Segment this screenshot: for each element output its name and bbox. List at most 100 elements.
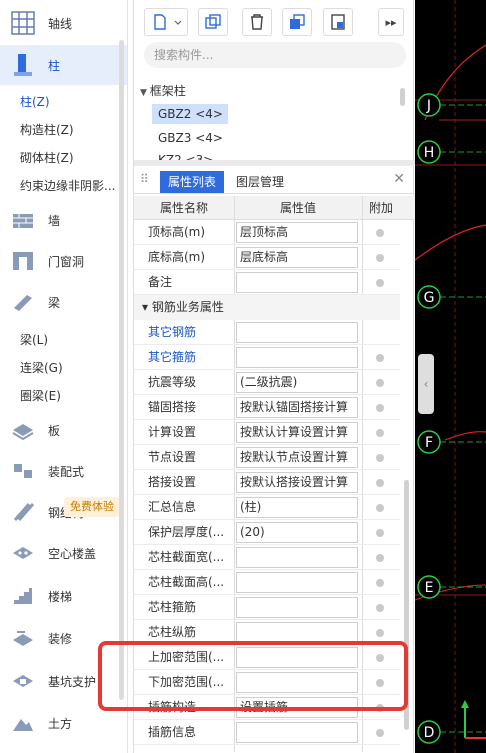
property-name: 保护层厚度(... (148, 525, 225, 539)
property-row[interactable]: 其它钢筋 (134, 320, 400, 345)
property-row[interactable]: 计算设置 按默认计算设置计算 (134, 420, 400, 445)
category-beam[interactable]: 梁 (0, 282, 127, 322)
tree-scrollbar[interactable] (400, 88, 405, 106)
tree-item[interactable]: GBZ3 <4> (152, 128, 228, 148)
expand-toolbar-button[interactable]: ▸▸ (378, 8, 404, 36)
property-row[interactable]: 搭接设置 按默认搭接设置计算 (134, 470, 400, 495)
property-row[interactable]: 备注 (134, 270, 400, 295)
collapse-panel-handle[interactable]: ‹ (418, 354, 434, 414)
category-stairs[interactable]: 楼梯 (0, 576, 127, 616)
property-row[interactable]: 锚固搭接 按默认锚固搭接计算 (134, 395, 400, 420)
axis-label: J (426, 98, 431, 114)
property-row[interactable]: 底标高(m) 层底标高 (134, 245, 400, 270)
property-name: 汇总信息 (148, 500, 197, 514)
category-prefab[interactable]: 装配式 (0, 451, 127, 491)
property-name: 其它钢筋 (148, 325, 197, 339)
category-door-window[interactable]: 门窗洞 (0, 241, 127, 281)
tree-group-frame-column[interactable]: ▼ 框架柱 (140, 82, 186, 99)
extra-checkbox[interactable] (376, 379, 384, 387)
extra-checkbox[interactable] (376, 229, 384, 237)
new-component-button[interactable] (144, 8, 188, 36)
property-row[interactable]: 芯柱截面宽(... (134, 545, 400, 570)
extra-checkbox[interactable] (376, 629, 384, 637)
category-column[interactable]: 柱 (0, 45, 127, 85)
property-row[interactable]: 保护层厚度(... (20) (134, 520, 400, 545)
double-chevron-right-icon: ▸▸ (385, 15, 397, 29)
property-row[interactable]: 汇总信息 (柱) (134, 495, 400, 520)
tab-layers[interactable]: 图层管理 (228, 171, 292, 193)
extra-checkbox[interactable] (376, 604, 384, 612)
extra-checkbox[interactable] (376, 554, 384, 562)
sub-column-z[interactable]: 柱(Z) (20, 93, 50, 110)
extra-checkbox[interactable] (376, 354, 384, 362)
property-row[interactable]: 节点设置 按默认节点设置计算 (134, 445, 400, 470)
category-label: 基坑支护 (48, 674, 97, 689)
property-value-field[interactable]: (二级抗震) (236, 372, 358, 393)
property-value-field[interactable]: 按默认计算设置计算 (236, 422, 358, 443)
drag-handle-icon[interactable]: ⠿ (140, 172, 149, 186)
property-row[interactable]: 芯柱箍筋 (134, 595, 400, 620)
close-icon[interactable]: ✕ (393, 171, 405, 187)
copy-to-floor-button[interactable] (282, 8, 312, 36)
earthwork-icon (10, 710, 36, 736)
property-value-field[interactable]: 层底标高 (236, 247, 358, 268)
property-value-field[interactable]: (20) (236, 522, 358, 543)
property-value-field[interactable] (236, 722, 358, 743)
sub-beam-l[interactable]: 梁(L) (20, 331, 48, 348)
extra-checkbox[interactable] (376, 454, 384, 462)
tree-item[interactable]: KZ2 <3> (152, 150, 228, 160)
property-value-field[interactable]: 按默认锚固搭接计算 (236, 397, 358, 418)
highlight-box (98, 641, 408, 711)
property-value-field[interactable] (236, 572, 358, 593)
sidebar-scrollbar[interactable] (119, 40, 124, 700)
property-value-field[interactable] (236, 622, 358, 643)
sub-coupling-beam[interactable]: 连梁(G) (20, 359, 63, 376)
search-input[interactable]: 搜索构件... (144, 42, 406, 68)
sub-constructional-column[interactable]: 构造柱(Z) (20, 121, 74, 138)
property-row[interactable]: 插筋信息 (134, 720, 400, 745)
tab-properties[interactable]: 属性列表 (160, 171, 225, 193)
extra-checkbox[interactable] (376, 404, 384, 412)
import-button[interactable] (323, 8, 353, 36)
extra-checkbox[interactable] (376, 479, 384, 487)
sub-ring-beam[interactable]: 圈梁(E) (20, 387, 61, 404)
extra-checkbox[interactable] (376, 254, 384, 262)
property-value-field[interactable]: 层顶标高 (236, 222, 358, 243)
import-icon (331, 14, 345, 30)
property-name: 底标高(m) (148, 250, 206, 264)
extra-checkbox[interactable] (376, 279, 384, 287)
category-hollow-floor[interactable]: 空心楼盖 (0, 533, 127, 573)
delete-button[interactable] (242, 8, 272, 36)
extra-checkbox[interactable] (376, 429, 384, 437)
category-wall[interactable]: 墙 (0, 200, 127, 240)
property-value-field[interactable] (236, 272, 358, 293)
property-value-field[interactable]: 按默认搭接设置计算 (236, 472, 358, 493)
category-axis[interactable]: 轴线 (0, 3, 127, 43)
extra-checkbox[interactable] (376, 579, 384, 587)
category-label: 板 (48, 423, 61, 438)
property-group-header[interactable]: ▾ 钢筋业务属性 (134, 295, 400, 320)
category-slab[interactable]: 板 (0, 410, 127, 450)
property-row[interactable]: 顶标高(m) 层顶标高 (134, 220, 400, 245)
property-value-field[interactable] (236, 347, 358, 368)
sub-edge-column[interactable]: 约束边缘非阴影... (20, 177, 115, 194)
property-value-field[interactable]: 按默认节点设置计算 (236, 447, 358, 468)
property-value-field[interactable] (236, 597, 358, 618)
property-row[interactable]: 芯柱截面高(... (134, 570, 400, 595)
extra-checkbox[interactable] (376, 729, 384, 737)
axis-label: F (425, 435, 433, 451)
sub-masonry-column[interactable]: 砌体柱(Z) (20, 149, 74, 166)
property-row[interactable]: 其它箍筋 (134, 345, 400, 370)
property-value-field[interactable] (236, 547, 358, 568)
extra-checkbox[interactable] (376, 529, 384, 537)
free-trial-badge[interactable]: 免费体验 (64, 497, 120, 517)
property-row[interactable]: 抗震等级 (二级抗震) (134, 370, 400, 395)
extra-checkbox[interactable] (376, 504, 384, 512)
property-value-field[interactable]: (柱) (236, 497, 358, 518)
axis-label: E (425, 580, 434, 596)
copy-button[interactable] (198, 8, 228, 36)
property-value-field[interactable] (236, 322, 358, 343)
tree-item[interactable]: GBZ2 <4> (152, 104, 228, 124)
hollow-floor-icon (10, 540, 36, 566)
panel-splitter[interactable] (134, 160, 415, 166)
